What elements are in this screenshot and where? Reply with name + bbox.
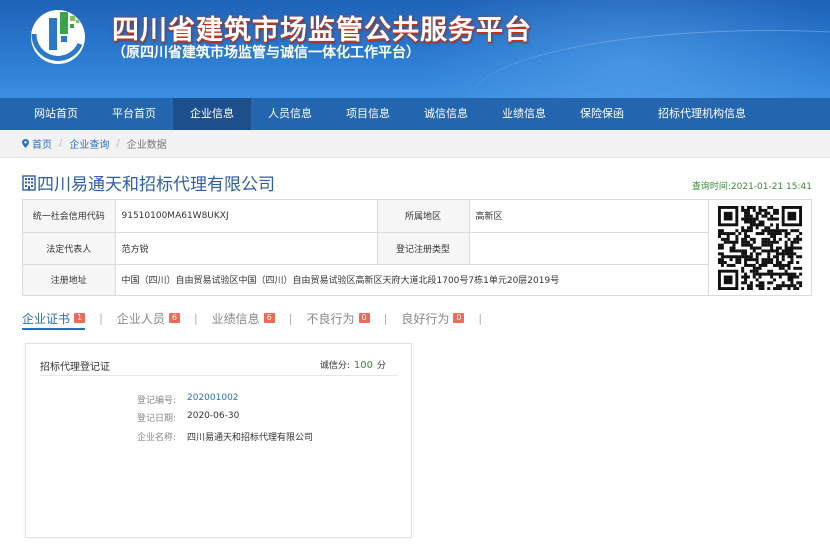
- breadcrumb-separator: /: [116, 138, 120, 149]
- count-badge: 0: [358, 313, 370, 323]
- nav-item-credit-info[interactable]: 诚信信息: [407, 98, 485, 130]
- table-row: 法定代表人 范方锐 登记注册类型: [23, 232, 709, 265]
- company-tabs: 企业证书 1 | 企业人员 6 | 业绩信息 6 | 不良行为 0 | 良好行为…: [22, 306, 496, 330]
- tab-bad-behavior[interactable]: 不良行为 0: [306, 306, 370, 330]
- main-nav: 网站首页 平台首页 企业信息 人员信息 项目信息 诚信信息 业绩信息 保险保函 …: [0, 98, 830, 130]
- region-label: 所属地区: [377, 200, 470, 233]
- platform-logo-icon: [31, 10, 85, 64]
- nav-item-platform-home[interactable]: 平台首页: [95, 98, 173, 130]
- company-title: 四川易通天和招标代理有限公司: [22, 170, 275, 195]
- region-value: 高新区: [469, 200, 709, 233]
- tab-label: 业绩信息: [211, 311, 260, 326]
- legal-rep-label: 法定代表人: [23, 232, 116, 265]
- field-key: 企业名称:: [136, 433, 176, 443]
- tab-divider: |: [288, 311, 293, 325]
- tab-label: 企业证书: [22, 311, 71, 326]
- nav-item-site-home[interactable]: 网站首页: [0, 98, 95, 130]
- table-row: 统一社会信用代码 91510100MA61W8UKXJ 所属地区 高新区: [23, 200, 709, 233]
- certificate-field-company-name: 企业名称: 四川易通天和招标代理有限公司: [26, 430, 413, 444]
- field-key: 登记日期:: [136, 414, 176, 424]
- certificate-field-reg-number: 登记编号: 202001002: [26, 393, 413, 407]
- location-pin-icon: [22, 139, 29, 148]
- nav-item-insurance[interactable]: 保险保函: [563, 98, 641, 130]
- nav-item-agency-info[interactable]: 招标代理机构信息: [641, 98, 763, 130]
- breadcrumb: 首页 / 企业查询 / 企业数据: [0, 130, 830, 158]
- header-banner: 四川省建筑市场监管公共服务平台 （原四川省建筑市场监管与诚信一体化工作平台）: [0, 0, 830, 98]
- breadcrumb-current: 企业数据: [126, 140, 167, 151]
- field-key: 登记编号:: [136, 396, 176, 406]
- credit-score-label: 诚信分:: [319, 361, 350, 371]
- tab-label: 企业人员: [116, 311, 165, 326]
- registration-number-link[interactable]: 202001002: [187, 393, 239, 403]
- nav-item-project-info[interactable]: 项目信息: [329, 98, 407, 130]
- tab-divider: |: [193, 311, 198, 325]
- credit-score-unit: 分: [376, 361, 386, 371]
- tab-divider: |: [383, 311, 388, 325]
- company-name: 四川易通天和招标代理有限公司: [37, 175, 275, 195]
- certificate-title: 招标代理登记证: [40, 362, 110, 373]
- count-badge: 1: [74, 313, 86, 323]
- credit-score: 诚信分: 100 分: [320, 358, 386, 371]
- tab-divider: |: [478, 311, 483, 325]
- certificate-card[interactable]: 招标代理登记证 诚信分: 100 分 登记编号: 202001002 登记日期: 2…: [25, 343, 412, 538]
- count-badge: 6: [168, 313, 180, 323]
- tab-company-certificates[interactable]: 企业证书 1: [22, 306, 86, 330]
- table-row: 注册地址 中国（四川）自由贸易试验区中国（四川）自由贸易试验区高新区天府大道北段…: [23, 264, 709, 295]
- certificate-field-reg-date: 登记日期: 2020-06-30: [26, 411, 413, 425]
- tab-divider: |: [99, 311, 103, 325]
- tab-label: 良好行为: [401, 311, 450, 326]
- nav-item-company-info[interactable]: 企业信息: [173, 98, 251, 130]
- company-info-table: 统一社会信用代码 91510100MA61W8UKXJ 所属地区 高新区 法定代…: [22, 199, 812, 296]
- count-badge: 0: [453, 313, 465, 323]
- query-time: 查询时间:2021-01-21 15:41: [691, 182, 812, 192]
- credit-score-value: 100: [353, 360, 373, 371]
- tab-label: 不良行为: [306, 311, 355, 326]
- reg-type-label: 登记注册类型: [377, 232, 470, 265]
- qr-code-icon: [718, 206, 803, 290]
- field-value: 2020-06-30: [187, 411, 240, 421]
- building-icon: [22, 174, 36, 191]
- site-subtitle: （原四川省建筑市场监管与诚信一体化工作平台）: [112, 45, 420, 61]
- tab-company-personnel[interactable]: 企业人员 6: [117, 306, 180, 330]
- nav-item-personnel-info[interactable]: 人员信息: [251, 98, 329, 130]
- address-label: 注册地址: [23, 264, 116, 295]
- company-header: 四川易通天和招标代理有限公司 查询时间:2021-01-21 15:41: [22, 170, 812, 196]
- field-value: 四川易通天和招标代理有限公司: [187, 433, 314, 443]
- certificate-card-header: 招标代理登记证 诚信分: 100 分: [40, 358, 398, 376]
- credit-code-label: 统一社会信用代码: [23, 200, 116, 233]
- credit-code-value: 91510100MA61W8UKXJ: [115, 200, 378, 233]
- reg-type-value: [469, 232, 709, 265]
- breadcrumb-company-query[interactable]: 企业查询: [69, 136, 109, 151]
- tab-performance-info[interactable]: 业绩信息 6: [212, 306, 275, 330]
- breadcrumb-separator: /: [59, 138, 63, 149]
- legal-rep-value: 范方锐: [115, 232, 378, 265]
- tab-good-behavior[interactable]: 良好行为 0: [401, 306, 465, 330]
- address-value: 中国（四川）自由贸易试验区中国（四川）自由贸易试验区高新区天府大道北段1700号…: [115, 264, 709, 295]
- count-badge: 6: [263, 313, 275, 323]
- breadcrumb-home[interactable]: 首页: [32, 136, 52, 151]
- nav-item-performance-info[interactable]: 业绩信息: [485, 98, 563, 130]
